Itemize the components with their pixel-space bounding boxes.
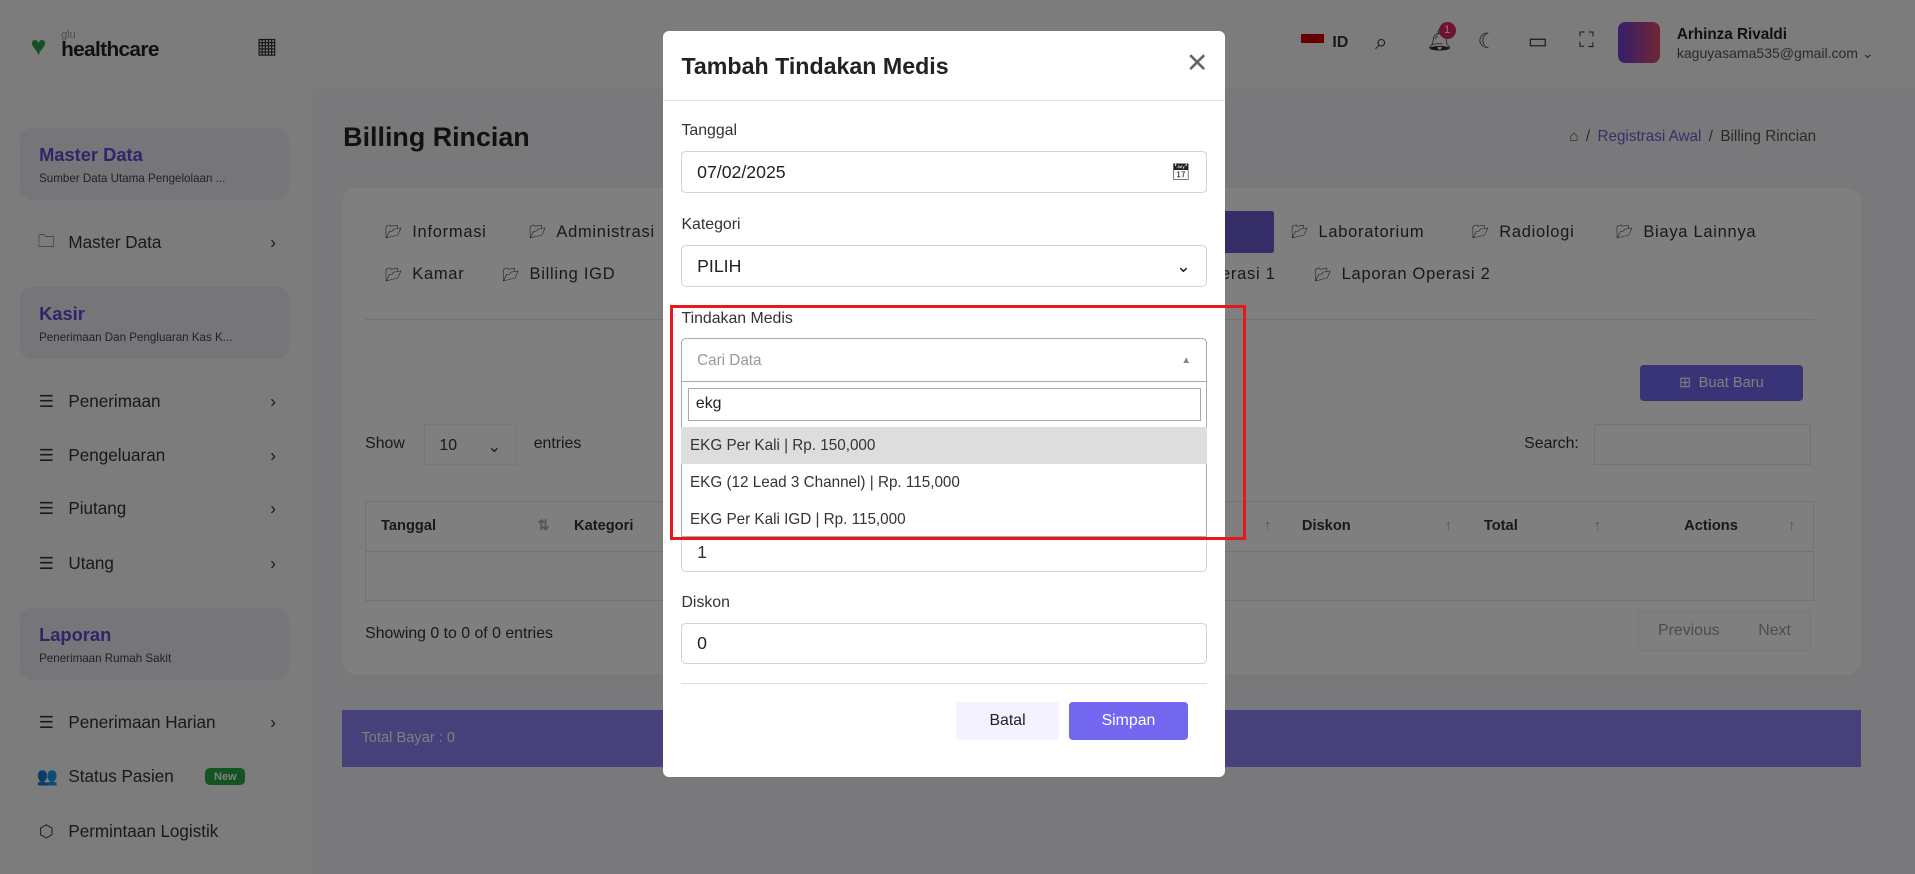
simpan-button[interactable]: Simpan [1068,702,1189,741]
diskon-value: 0 [697,633,707,654]
batal-button[interactable]: Batal [956,702,1059,741]
kategori-label: Kategori [681,216,741,234]
calendar-icon[interactable]: 📅︎ [1171,162,1191,182]
tanggal-label: Tanggal [681,122,738,140]
qty-value: 1 [697,542,707,563]
tanggal-date-input[interactable]: 07/02/2025 📅︎ [681,151,1207,193]
close-icon[interactable]: ✕ [1186,48,1209,79]
diskon-label: Diskon [681,593,730,611]
kategori-value: PILIH [697,255,742,276]
tanggal-value: 07/02/2025 [697,161,786,182]
modal-header-divider [663,100,1225,102]
kategori-select[interactable]: PILIH ⌄ [681,245,1207,287]
diskon-input[interactable]: 0 [681,622,1207,665]
modal-footer-divider [681,682,1207,684]
highlight-annotation-box [670,305,1246,540]
modal-title: Tambah Tindakan Medis [681,52,949,79]
chevron-down-icon: ⌄ [1176,255,1191,276]
